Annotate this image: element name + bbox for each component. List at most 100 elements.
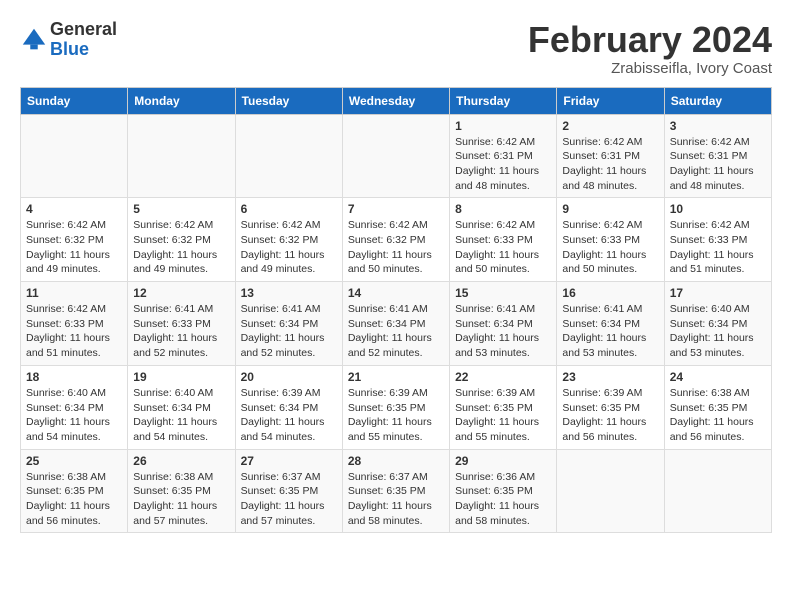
title-block: February 2024 Zrabisseifla, Ivory Coast: [528, 20, 772, 77]
calendar-cell: 1 Sunrise: 6:42 AM Sunset: 6:31 PM Daylig…: [450, 114, 557, 198]
day-info: Sunrise: 6:41 AM Sunset: 6:34 PM Dayligh…: [455, 302, 551, 361]
weekday-header-saturday: Saturday: [664, 87, 771, 114]
calendar-cell: [342, 114, 449, 198]
day-number: 18: [26, 370, 122, 384]
logo-icon: [20, 26, 48, 54]
day-info: Sunrise: 6:41 AM Sunset: 6:34 PM Dayligh…: [241, 302, 337, 361]
day-info: Sunrise: 6:40 AM Sunset: 6:34 PM Dayligh…: [670, 302, 766, 361]
calendar-cell: 21 Sunrise: 6:39 AM Sunset: 6:35 PM Dayli…: [342, 365, 449, 449]
day-number: 2: [562, 119, 658, 133]
day-info: Sunrise: 6:39 AM Sunset: 6:34 PM Dayligh…: [241, 386, 337, 445]
day-info: Sunrise: 6:38 AM Sunset: 6:35 PM Dayligh…: [670, 386, 766, 445]
day-number: 13: [241, 286, 337, 300]
weekday-header-tuesday: Tuesday: [235, 87, 342, 114]
calendar-cell: [235, 114, 342, 198]
day-number: 10: [670, 202, 766, 216]
logo: General Blue: [20, 20, 117, 60]
logo-general-text: General: [50, 19, 117, 39]
day-info: Sunrise: 6:42 AM Sunset: 6:32 PM Dayligh…: [133, 218, 229, 277]
calendar-week-row: 11Sunrise: 6:42 AM Sunset: 6:33 PM Dayli…: [21, 282, 772, 366]
calendar-cell: 23 Sunrise: 6:39 AM Sunset: 6:35 PM Dayli…: [557, 365, 664, 449]
day-info: Sunrise: 6:37 AM Sunset: 6:35 PM Dayligh…: [348, 470, 444, 529]
day-info: Sunrise: 6:42 AM Sunset: 6:31 PM Dayligh…: [670, 135, 766, 194]
day-number: 7: [348, 202, 444, 216]
calendar-cell: 18Sunrise: 6:40 AM Sunset: 6:34 PM Dayli…: [21, 365, 128, 449]
calendar-cell: 12Sunrise: 6:41 AM Sunset: 6:33 PM Dayli…: [128, 282, 235, 366]
calendar-cell: 15 Sunrise: 6:41 AM Sunset: 6:34 PM Dayli…: [450, 282, 557, 366]
calendar-cell: 11Sunrise: 6:42 AM Sunset: 6:33 PM Dayli…: [21, 282, 128, 366]
calendar-week-row: 4 Sunrise: 6:42 AM Sunset: 6:32 PM Daylig…: [21, 198, 772, 282]
calendar-cell: 20 Sunrise: 6:39 AM Sunset: 6:34 PM Dayli…: [235, 365, 342, 449]
calendar-cell: 13 Sunrise: 6:41 AM Sunset: 6:34 PM Dayli…: [235, 282, 342, 366]
weekday-header-sunday: Sunday: [21, 87, 128, 114]
day-info: Sunrise: 6:41 AM Sunset: 6:34 PM Dayligh…: [562, 302, 658, 361]
calendar-cell: 27 Sunrise: 6:37 AM Sunset: 6:35 PM Dayli…: [235, 449, 342, 533]
day-info: Sunrise: 6:40 AM Sunset: 6:34 PM Dayligh…: [133, 386, 229, 445]
day-info: Sunrise: 6:42 AM Sunset: 6:32 PM Dayligh…: [241, 218, 337, 277]
calendar-cell: [664, 449, 771, 533]
day-info: Sunrise: 6:42 AM Sunset: 6:31 PM Dayligh…: [455, 135, 551, 194]
day-number: 3: [670, 119, 766, 133]
day-number: 26: [133, 454, 229, 468]
calendar-cell: [21, 114, 128, 198]
day-number: 8: [455, 202, 551, 216]
day-number: 23: [562, 370, 658, 384]
day-number: 15: [455, 286, 551, 300]
day-number: 17: [670, 286, 766, 300]
day-info: Sunrise: 6:38 AM Sunset: 6:35 PM Dayligh…: [26, 470, 122, 529]
calendar-cell: 9 Sunrise: 6:42 AM Sunset: 6:33 PM Daylig…: [557, 198, 664, 282]
calendar-cell: 8 Sunrise: 6:42 AM Sunset: 6:33 PM Daylig…: [450, 198, 557, 282]
day-info: Sunrise: 6:42 AM Sunset: 6:33 PM Dayligh…: [670, 218, 766, 277]
weekday-header-row: SundayMondayTuesdayWednesdayThursdayFrid…: [21, 87, 772, 114]
weekday-header-friday: Friday: [557, 87, 664, 114]
day-number: 29: [455, 454, 551, 468]
day-number: 4: [26, 202, 122, 216]
calendar-cell: 6 Sunrise: 6:42 AM Sunset: 6:32 PM Daylig…: [235, 198, 342, 282]
day-info: Sunrise: 6:38 AM Sunset: 6:35 PM Dayligh…: [133, 470, 229, 529]
calendar-cell: 25 Sunrise: 6:38 AM Sunset: 6:35 PM Dayli…: [21, 449, 128, 533]
day-number: 9: [562, 202, 658, 216]
calendar-cell: 10 Sunrise: 6:42 AM Sunset: 6:33 PM Dayli…: [664, 198, 771, 282]
day-number: 21: [348, 370, 444, 384]
day-info: Sunrise: 6:39 AM Sunset: 6:35 PM Dayligh…: [562, 386, 658, 445]
weekday-header-thursday: Thursday: [450, 87, 557, 114]
day-info: Sunrise: 6:42 AM Sunset: 6:32 PM Dayligh…: [348, 218, 444, 277]
calendar-week-row: 18 Sunrise: 6:40 AM Sunset: 6:34 PM Dayli…: [21, 365, 772, 449]
calendar-cell: 7 Sunrise: 6:42 AM Sunset: 6:32 PM Daylig…: [342, 198, 449, 282]
page-header: General Blue February 2024 Zrabisseifla,…: [20, 20, 772, 77]
day-number: 1: [455, 119, 551, 133]
calendar-cell: 14Sunrise: 6:41 AM Sunset: 6:34 PM Dayli…: [342, 282, 449, 366]
day-number: 19: [133, 370, 229, 384]
calendar-week-row: 25 Sunrise: 6:38 AM Sunset: 6:35 PM Dayli…: [21, 449, 772, 533]
calendar-cell: [128, 114, 235, 198]
day-number: 11: [26, 286, 122, 300]
location-subtitle: Zrabisseifla, Ivory Coast: [528, 60, 772, 77]
calendar-cell: 29Sunrise: 6:36 AM Sunset: 6:35 PM Dayli…: [450, 449, 557, 533]
day-number: 16: [562, 286, 658, 300]
day-number: 6: [241, 202, 337, 216]
calendar-cell: 3 Sunrise: 6:42 AM Sunset: 6:31 PM Daylig…: [664, 114, 771, 198]
calendar-cell: 22 Sunrise: 6:39 AM Sunset: 6:35 PM Dayli…: [450, 365, 557, 449]
day-info: Sunrise: 6:42 AM Sunset: 6:32 PM Dayligh…: [26, 218, 122, 277]
calendar-cell: 19 Sunrise: 6:40 AM Sunset: 6:34 PM Dayli…: [128, 365, 235, 449]
day-number: 22: [455, 370, 551, 384]
day-number: 25: [26, 454, 122, 468]
calendar-cell: 5 Sunrise: 6:42 AM Sunset: 6:32 PM Daylig…: [128, 198, 235, 282]
day-info: Sunrise: 6:39 AM Sunset: 6:35 PM Dayligh…: [455, 386, 551, 445]
calendar-table: SundayMondayTuesdayWednesdayThursdayFrid…: [20, 87, 772, 534]
calendar-cell: 2 Sunrise: 6:42 AM Sunset: 6:31 PM Daylig…: [557, 114, 664, 198]
calendar-cell: 28Sunrise: 6:37 AM Sunset: 6:35 PM Dayli…: [342, 449, 449, 533]
calendar-cell: 24Sunrise: 6:38 AM Sunset: 6:35 PM Dayli…: [664, 365, 771, 449]
calendar-cell: 17 Sunrise: 6:40 AM Sunset: 6:34 PM Dayli…: [664, 282, 771, 366]
day-info: Sunrise: 6:42 AM Sunset: 6:33 PM Dayligh…: [455, 218, 551, 277]
logo-blue-text: Blue: [50, 39, 89, 59]
day-number: 5: [133, 202, 229, 216]
day-number: 20: [241, 370, 337, 384]
day-info: Sunrise: 6:42 AM Sunset: 6:31 PM Dayligh…: [562, 135, 658, 194]
day-number: 27: [241, 454, 337, 468]
day-info: Sunrise: 6:37 AM Sunset: 6:35 PM Dayligh…: [241, 470, 337, 529]
calendar-cell: 16 Sunrise: 6:41 AM Sunset: 6:34 PM Dayli…: [557, 282, 664, 366]
day-info: Sunrise: 6:42 AM Sunset: 6:33 PM Dayligh…: [562, 218, 658, 277]
calendar-cell: [557, 449, 664, 533]
day-info: Sunrise: 6:39 AM Sunset: 6:35 PM Dayligh…: [348, 386, 444, 445]
